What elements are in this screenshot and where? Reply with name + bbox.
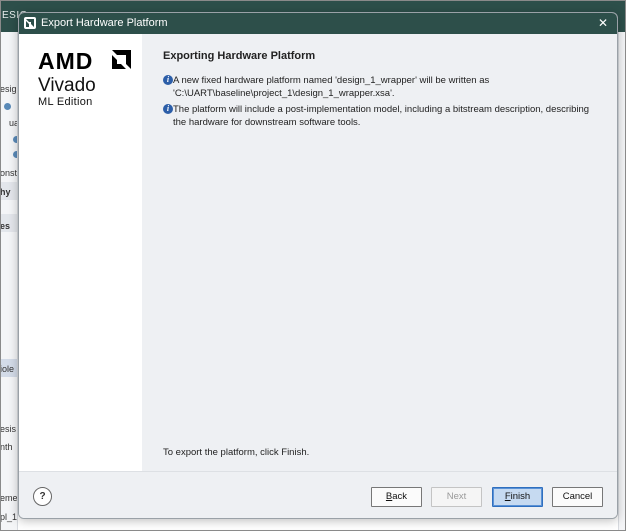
bg-fragment: es — [0, 221, 11, 231]
dialog-content: Exporting Hardware Platform i A new fixe… — [142, 34, 617, 471]
info-message-line: the hardware for downstream software too… — [173, 117, 361, 128]
bg-fragment: pl_1 — [0, 512, 18, 522]
export-hardware-platform-dialog: Export Hardware Platform ✕ AMD Vivado ML… — [18, 12, 618, 519]
background-right-panel — [618, 32, 626, 531]
info-message: i The platform will include a post-imple… — [163, 103, 603, 129]
amd-logo-text: AMD — [38, 48, 94, 74]
bg-fragment: hy — [0, 187, 11, 197]
amd-arrow-logo-icon — [112, 50, 131, 69]
finish-label: inish — [510, 491, 531, 502]
info-icon: i — [163, 104, 173, 114]
info-icon: i — [163, 75, 173, 85]
bg-fragment: eme — [0, 493, 18, 503]
bg-fragment: esis — [0, 424, 17, 434]
product-edition: ML Edition — [38, 96, 93, 108]
instruction-text: To export the platform, click Finish. — [163, 447, 310, 458]
bg-fragment: ua — [9, 118, 17, 128]
info-message-line: 'C:\UART\baseline\project_1\design_1_wra… — [173, 88, 395, 99]
button-bar: ? Back Next Finish Cancel — [19, 471, 617, 518]
back-label: ack — [392, 491, 408, 502]
finish-button[interactable]: Finish — [492, 487, 543, 507]
page-title: Exporting Hardware Platform — [163, 50, 316, 62]
bg-tree-icon — [4, 103, 11, 110]
bg-fragment: iole — [0, 364, 15, 374]
bg-fragment: nth — [0, 442, 13, 452]
cancel-button[interactable]: Cancel — [552, 487, 603, 507]
vivado-app-icon — [24, 17, 36, 29]
product-name: Vivado — [38, 75, 96, 96]
dialog-title: Export Hardware Platform — [41, 17, 168, 29]
back-button[interactable]: Back — [371, 487, 422, 507]
next-button[interactable]: Next — [431, 487, 482, 507]
help-button[interactable]: ? — [33, 487, 52, 506]
info-message: i A new fixed hardware platform named 'd… — [163, 74, 603, 100]
close-icon[interactable]: ✕ — [593, 14, 613, 33]
info-message-line: A new fixed hardware platform named 'des… — [173, 75, 490, 86]
bg-fragment: onst — [0, 168, 18, 178]
brand-panel: AMD Vivado ML Edition — [19, 34, 142, 471]
background-left-panel: esig ua onst hy es iole esis nth eme pl_… — [0, 32, 18, 531]
bg-fragment: esig — [0, 84, 17, 94]
info-message-line: The platform will include a post-impleme… — [173, 104, 590, 115]
dialog-titlebar: Export Hardware Platform ✕ — [19, 13, 617, 34]
